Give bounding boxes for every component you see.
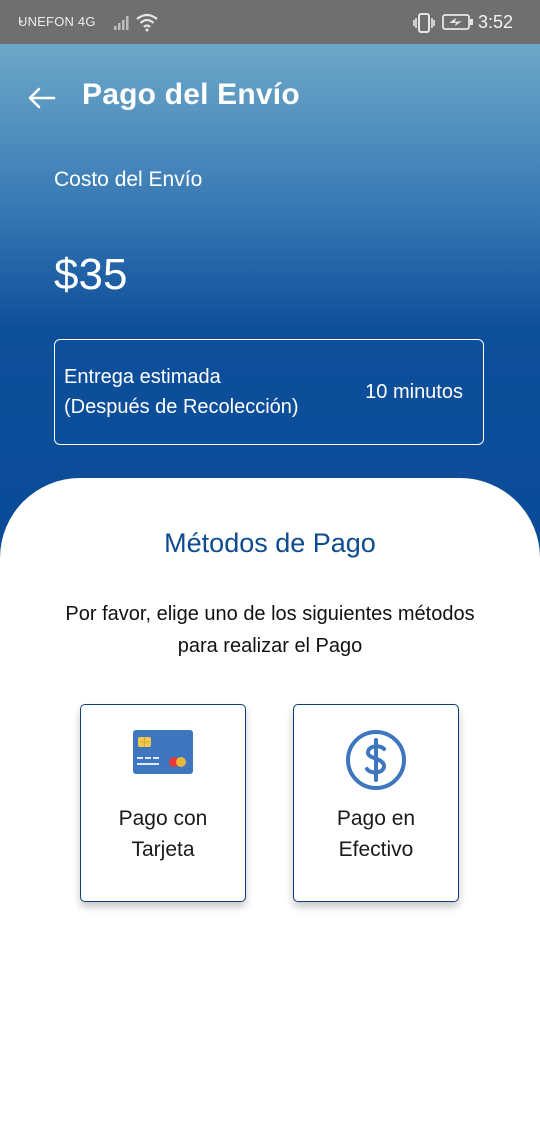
status-bar: UNEFON 4G 3:52	[0, 0, 540, 44]
cash-label-line2: Efectivo	[338, 838, 414, 861]
battery-charging-icon	[442, 14, 474, 34]
vibrate-icon	[413, 13, 435, 37]
cash-dollar-icon	[345, 729, 407, 796]
cash-label-line1: Pago en	[336, 807, 416, 830]
carrier-label: UNEFON 4G	[18, 14, 96, 29]
wifi-icon	[136, 12, 158, 36]
shipping-cost-value: $35	[54, 250, 128, 299]
payment-instructions: Por favor, elige uno de los siguientes m…	[20, 598, 520, 662]
card-label-line2: Tarjeta	[131, 838, 195, 861]
card-method-label: Pago con Tarjeta	[81, 803, 245, 865]
clock-time: 3:52	[478, 12, 514, 32]
eta-label-line1: Entrega estimada	[64, 366, 221, 388]
arrow-left-icon[interactable]	[26, 84, 56, 112]
pay-with-card-button[interactable]: Pago con Tarjeta	[80, 704, 246, 902]
estimated-delivery-box: Entrega estimada (Después de Recolección…	[54, 339, 484, 445]
eta-value: 10 minutos	[365, 381, 463, 403]
shipping-cost-label: Costo del Envío	[54, 168, 203, 191]
credit-card-icon	[132, 729, 194, 780]
pay-with-cash-button[interactable]: Pago en Efectivo	[293, 704, 459, 902]
cash-method-label: Pago en Efectivo	[294, 803, 458, 865]
payment-methods-title: Métodos de Pago	[164, 528, 376, 558]
instructions-line1: Por favor, elige uno de los siguientes m…	[65, 603, 475, 625]
signal-icon	[114, 14, 132, 34]
instructions-line2: para realizar el Pago	[177, 635, 363, 657]
page-title: Pago del Envío	[82, 78, 300, 111]
card-label-line1: Pago con	[118, 807, 208, 830]
eta-label-line2: (Después de Recolección)	[64, 396, 299, 418]
